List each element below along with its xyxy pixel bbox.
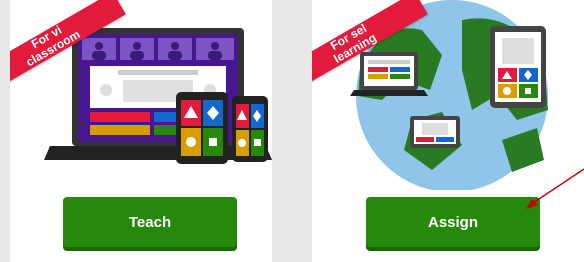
video-participant-tiles — [82, 38, 234, 60]
red-arrow-annotation — [526, 168, 584, 209]
assign-button[interactable]: Assign — [366, 197, 540, 247]
teach-card: For vi classroom Teach — [10, 0, 272, 262]
teach-button[interactable]: Teach — [63, 197, 237, 247]
assign-card: For sel learning Assign — [312, 0, 584, 262]
